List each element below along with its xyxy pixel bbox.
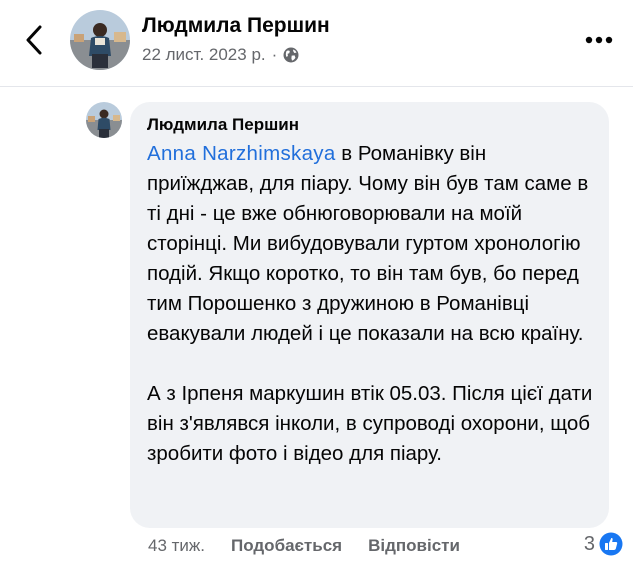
comment-paragraph-1-text: в Романівку він приїжджав, для піару. Чо… (147, 142, 589, 345)
header-divider (0, 86, 633, 87)
post-author-name[interactable]: Людмила Першин (142, 14, 330, 38)
reaction-summary[interactable]: 3 (584, 532, 623, 556)
meta-separator: · (271, 45, 278, 64)
comment-author-avatar[interactable] (86, 102, 122, 138)
more-options-button[interactable] (579, 22, 619, 58)
globe-icon[interactable] (283, 47, 299, 63)
back-button[interactable] (14, 20, 54, 60)
comment-bubble: Людмила Першин Anna Narzhimskaya в Роман… (130, 102, 609, 528)
comment-text: Anna Narzhimskaya в Романівку він приїжд… (147, 139, 593, 469)
more-icon (585, 36, 613, 44)
chevron-left-icon (26, 25, 42, 55)
post-date[interactable]: 22 лист. 2023 р. (142, 45, 266, 65)
comment-author-name[interactable]: Людмила Першин (147, 115, 593, 135)
reaction-count: 3 (583, 532, 595, 555)
comment-paragraph-1: Anna Narzhimskaya в Романівку він приїжд… (147, 139, 593, 349)
reply-button[interactable]: Відповісти (368, 536, 460, 556)
comment-paragraph-2: А з Ірпеня маркушин втік 05.03. Після ці… (147, 382, 593, 465)
comment-time[interactable]: 43 тиж. (148, 536, 205, 556)
post-author-avatar[interactable] (70, 10, 130, 70)
like-icon (599, 532, 623, 556)
comment-actions: 43 тиж. Подобається Відповісти (148, 536, 460, 556)
mention-link[interactable]: Anna Narzhimskaya (147, 142, 336, 165)
post-meta: 22 лист. 2023 р. · (142, 45, 299, 65)
like-button[interactable]: Подобається (231, 536, 342, 556)
